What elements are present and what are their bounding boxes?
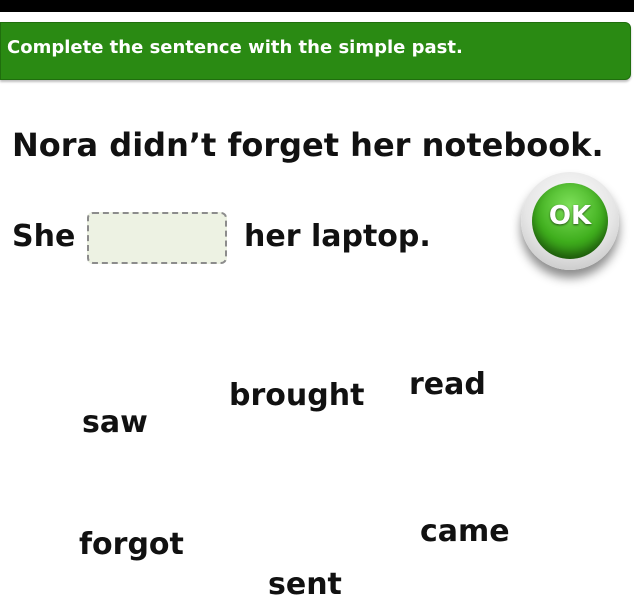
instruction-banner: Complete the sentence with the simple pa…: [0, 22, 631, 80]
sentence-end: her laptop.: [244, 219, 431, 254]
word-choice-sent[interactable]: sent: [268, 567, 342, 602]
top-status-bar: [0, 0, 634, 12]
ok-button-label: OK: [548, 201, 592, 231]
prompt-sentence: Nora didn’t forget her notebook.: [12, 126, 604, 164]
answer-blank-dropzone[interactable]: [87, 212, 227, 264]
ok-button[interactable]: OK: [521, 172, 619, 270]
word-choice-came[interactable]: came: [420, 514, 510, 549]
instruction-text: Complete the sentence with the simple pa…: [7, 37, 463, 58]
word-choice-read[interactable]: read: [409, 367, 486, 402]
word-choice-brought[interactable]: brought: [229, 378, 364, 413]
word-choice-saw[interactable]: saw: [82, 405, 148, 440]
word-choice-forgot[interactable]: forgot: [79, 527, 184, 562]
sentence-start: She: [12, 219, 76, 254]
ok-button-face: OK: [532, 183, 608, 259]
